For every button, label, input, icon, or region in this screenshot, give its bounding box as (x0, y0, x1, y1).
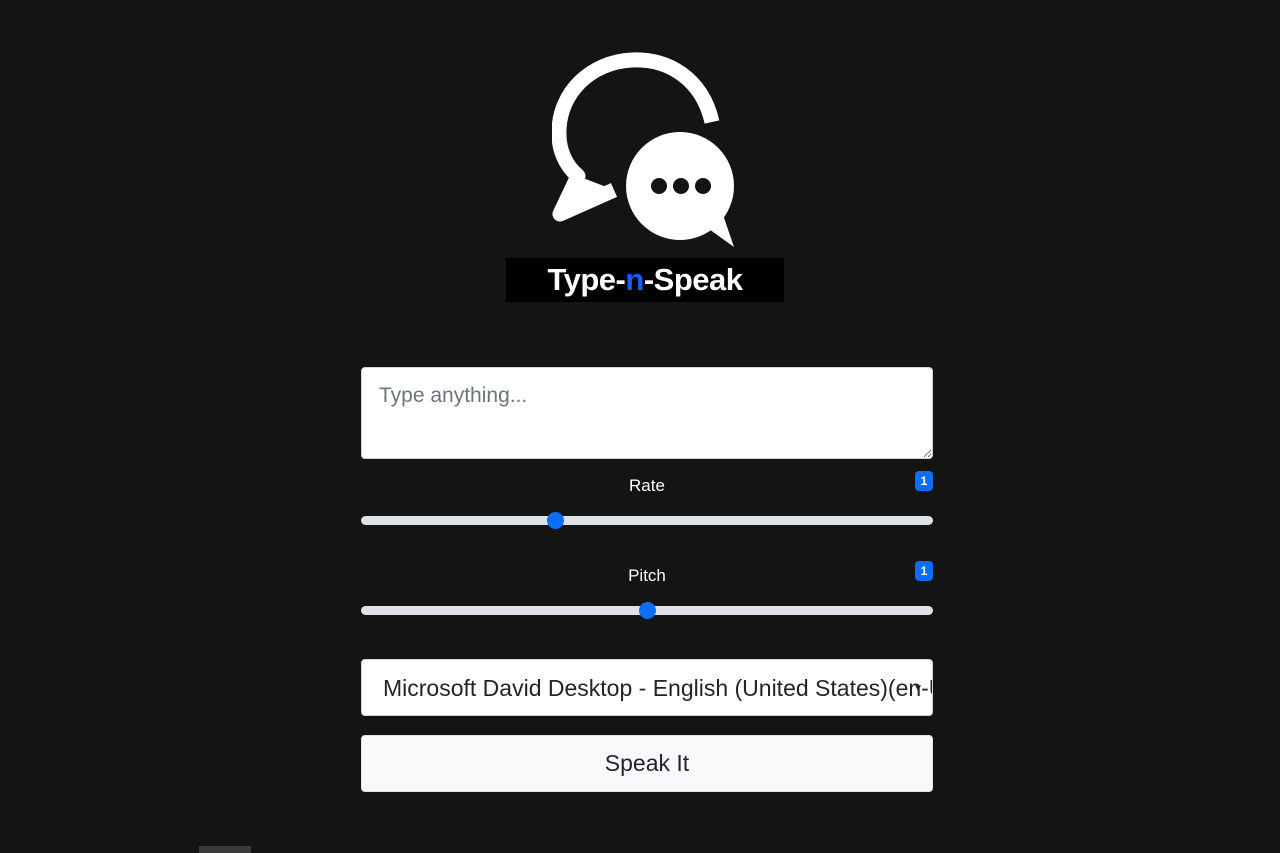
logo-title-suffix: -Speak (643, 262, 743, 297)
rate-slider[interactable] (361, 512, 933, 529)
speak-button[interactable]: Speak It (361, 735, 933, 792)
pitch-value-badge: 1 (915, 561, 933, 581)
caret-down-icon: ▼ (913, 683, 923, 694)
logo-title-prefix: Type- (547, 262, 626, 297)
speech-form: Rate 1 Pitch 1 Microsoft David Desktop -… (361, 367, 933, 792)
logo-title-accent: n (625, 262, 644, 297)
rate-slider-thumb[interactable] (547, 512, 565, 529)
app-logo-title: Type-n -Speak (506, 258, 784, 302)
app-page: Type-n-Speak Rate 1 Pitch 1 Microsoft Da… (0, 0, 1280, 853)
voice-select-value: Microsoft David Desktop - English (Unite… (383, 675, 933, 701)
pitch-slider-thumb[interactable] (639, 602, 656, 619)
bottom-edge-element (199, 846, 251, 853)
rate-control: Rate 1 (361, 459, 933, 549)
pitch-control: Pitch 1 (361, 549, 933, 639)
chat-bubbles-icon (552, 52, 736, 247)
pitch-slider[interactable] (361, 602, 933, 619)
rate-label: Rate (629, 476, 665, 495)
text-input[interactable] (361, 367, 933, 459)
pitch-label: Pitch (628, 566, 666, 585)
voice-select[interactable]: Microsoft David Desktop - English (Unite… (361, 659, 933, 716)
rate-value-badge: 1 (915, 471, 933, 491)
